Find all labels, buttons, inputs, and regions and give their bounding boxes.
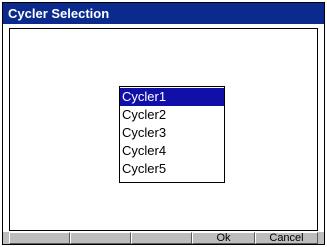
- cycler-list-item[interactable]: Cycler2: [120, 106, 224, 124]
- dialog-content-area: Cycler1 Cycler2 Cycler3 Cycler4 Cycler5: [9, 28, 318, 231]
- cycler-selection-window: Cycler Selection Cycler1 Cycler2 Cycler3…: [2, 2, 325, 245]
- cancel-button[interactable]: Cancel: [255, 232, 318, 244]
- cycler-list-item[interactable]: Cycler5: [120, 160, 224, 178]
- ok-button[interactable]: Ok: [192, 232, 255, 244]
- empty-function-button-1[interactable]: [9, 232, 70, 244]
- window-title: Cycler Selection: [3, 3, 324, 24]
- cycler-list-item[interactable]: Cycler1: [120, 88, 224, 106]
- empty-function-button-2[interactable]: [70, 232, 131, 244]
- cycler-list[interactable]: Cycler1 Cycler2 Cycler3 Cycler4 Cycler5: [119, 86, 225, 183]
- empty-function-button-3[interactable]: [131, 232, 192, 244]
- cycler-list-item[interactable]: Cycler4: [120, 142, 224, 160]
- cycler-list-item[interactable]: Cycler3: [120, 124, 224, 142]
